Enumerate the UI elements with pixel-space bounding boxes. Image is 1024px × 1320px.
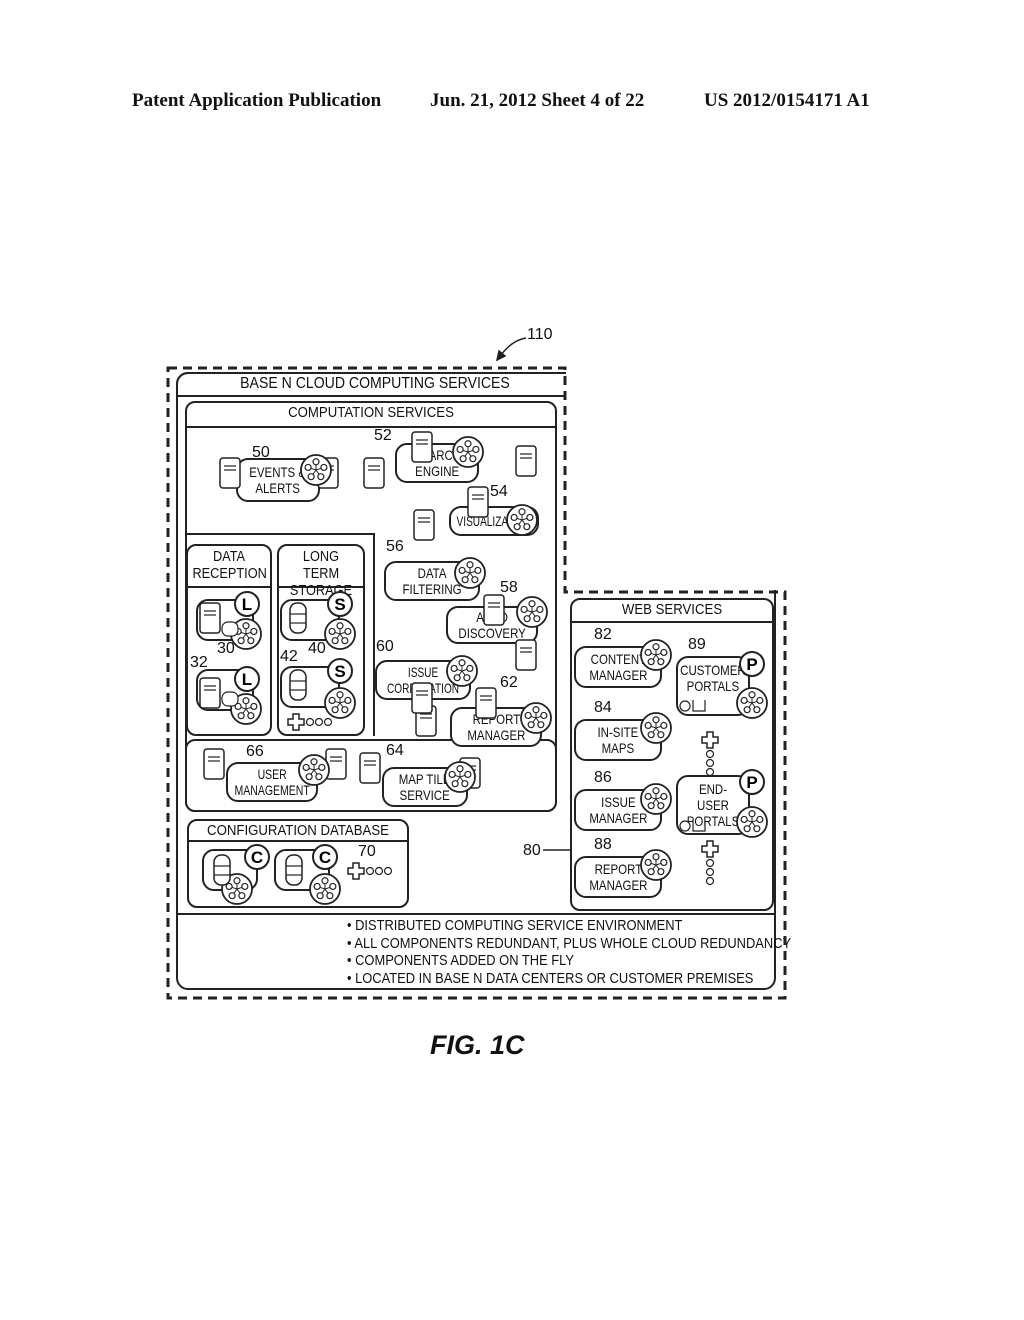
service-search-engine: SEARCH ENGINE: [395, 443, 479, 483]
storage-title: LONG TERM STORAGE: [289, 548, 353, 599]
ref-56: 56: [386, 538, 404, 555]
config-divider: [187, 840, 409, 842]
config-title: CONFIGURATION DATABASE: [207, 822, 389, 839]
service-auto-discovery: AUTO DISCOVERY: [446, 606, 538, 644]
computation-title: COMPUTATION SERVICES: [288, 404, 454, 421]
bullet-item: • LOCATED IN BASE N DATA CENTERS OR CUST…: [347, 969, 754, 987]
web-report-manager: REPORT MANAGER: [574, 856, 662, 898]
feature-bullets: • DISTRIBUTED COMPUTING SERVICE ENVIRONM…: [347, 917, 791, 987]
config-node-1: [202, 849, 258, 891]
ref-84: 84: [594, 699, 612, 716]
bullets-divider: [176, 913, 776, 915]
bullet-item: • ALL COMPONENTS REDUNDANT, PLUS WHOLE C…: [347, 934, 792, 952]
bullet-item: • DISTRIBUTED COMPUTING SERVICE ENVIRONM…: [347, 917, 683, 934]
bullet-item: • COMPONENTS ADDED ON THE FLY: [347, 952, 574, 969]
ref-40: 40: [308, 640, 326, 657]
patent-number: US 2012/0154171 A1: [704, 90, 870, 111]
ref-86: 86: [594, 769, 612, 786]
web-customer-portals: CUSTOMER PORTALS: [676, 656, 750, 716]
ref-32: 32: [190, 654, 208, 671]
ref-88: 88: [594, 836, 612, 853]
computation-step-vline: [373, 533, 375, 736]
data-reception-title: DATA RECEPTION: [192, 548, 267, 582]
ref-82: 82: [594, 626, 612, 643]
web-content-manager: CONTENT MANAGER: [574, 646, 662, 688]
ref-66: 66: [246, 743, 264, 760]
arrow-110: [495, 337, 527, 362]
web-issue-manager: ISSUE MANAGER: [574, 789, 662, 831]
data-reception-node-30: [196, 599, 254, 641]
web-end-user-portals: END-USER PORTALS: [676, 775, 750, 835]
cloud-title: BASE N CLOUD COMPUTING SERVICES: [240, 375, 510, 392]
service-events-alerts: EVENTS & ALERTS: [236, 458, 320, 502]
cloud-title-divider: [176, 395, 566, 397]
ref-70: 70: [358, 843, 376, 860]
computation-divider: [185, 426, 557, 428]
ref-110: 110: [527, 326, 553, 343]
ref-30: 30: [217, 640, 235, 657]
ref-54: 54: [490, 483, 508, 500]
service-user-management: USER MANAGEMENT: [226, 762, 318, 802]
service-issue-correlation: ISSUE CORRELATION: [375, 660, 471, 700]
publication-label: Patent Application Publication: [132, 90, 382, 111]
figure-caption: FIG. 1C: [430, 1030, 525, 1060]
ref-62: 62: [500, 674, 518, 691]
date-sheet: Jun. 21, 2012 Sheet 4 of 22: [430, 90, 645, 111]
computation-step-line: [185, 533, 375, 535]
ref-89: 89: [688, 636, 706, 653]
ref-60: 60: [376, 638, 394, 655]
service-data-filtering: DATA FILTERING: [384, 561, 480, 601]
ref-64: 64: [386, 742, 404, 759]
storage-node-42: [280, 666, 340, 708]
ref-52: 52: [374, 427, 392, 444]
ref-58: 58: [500, 579, 518, 596]
service-visualization: VISUALIZATION: [449, 506, 539, 536]
ref-50: 50: [252, 444, 270, 461]
ref-42: 42: [280, 648, 298, 665]
data-reception-divider: [186, 586, 272, 588]
web-in-site-maps: IN-SITE MAPS: [574, 719, 662, 761]
data-reception-node-32: [196, 669, 254, 711]
mask: [566, 366, 796, 590]
config-node-2: [274, 849, 330, 891]
web-title: WEB SERVICES: [621, 601, 723, 618]
ref-80: 80: [523, 842, 541, 859]
storage-node-40: [280, 599, 340, 641]
service-report-manager: REPORT MANAGER: [450, 707, 542, 747]
service-map-tile: MAP TILE SERVICE: [382, 767, 468, 807]
web-divider: [570, 621, 774, 623]
